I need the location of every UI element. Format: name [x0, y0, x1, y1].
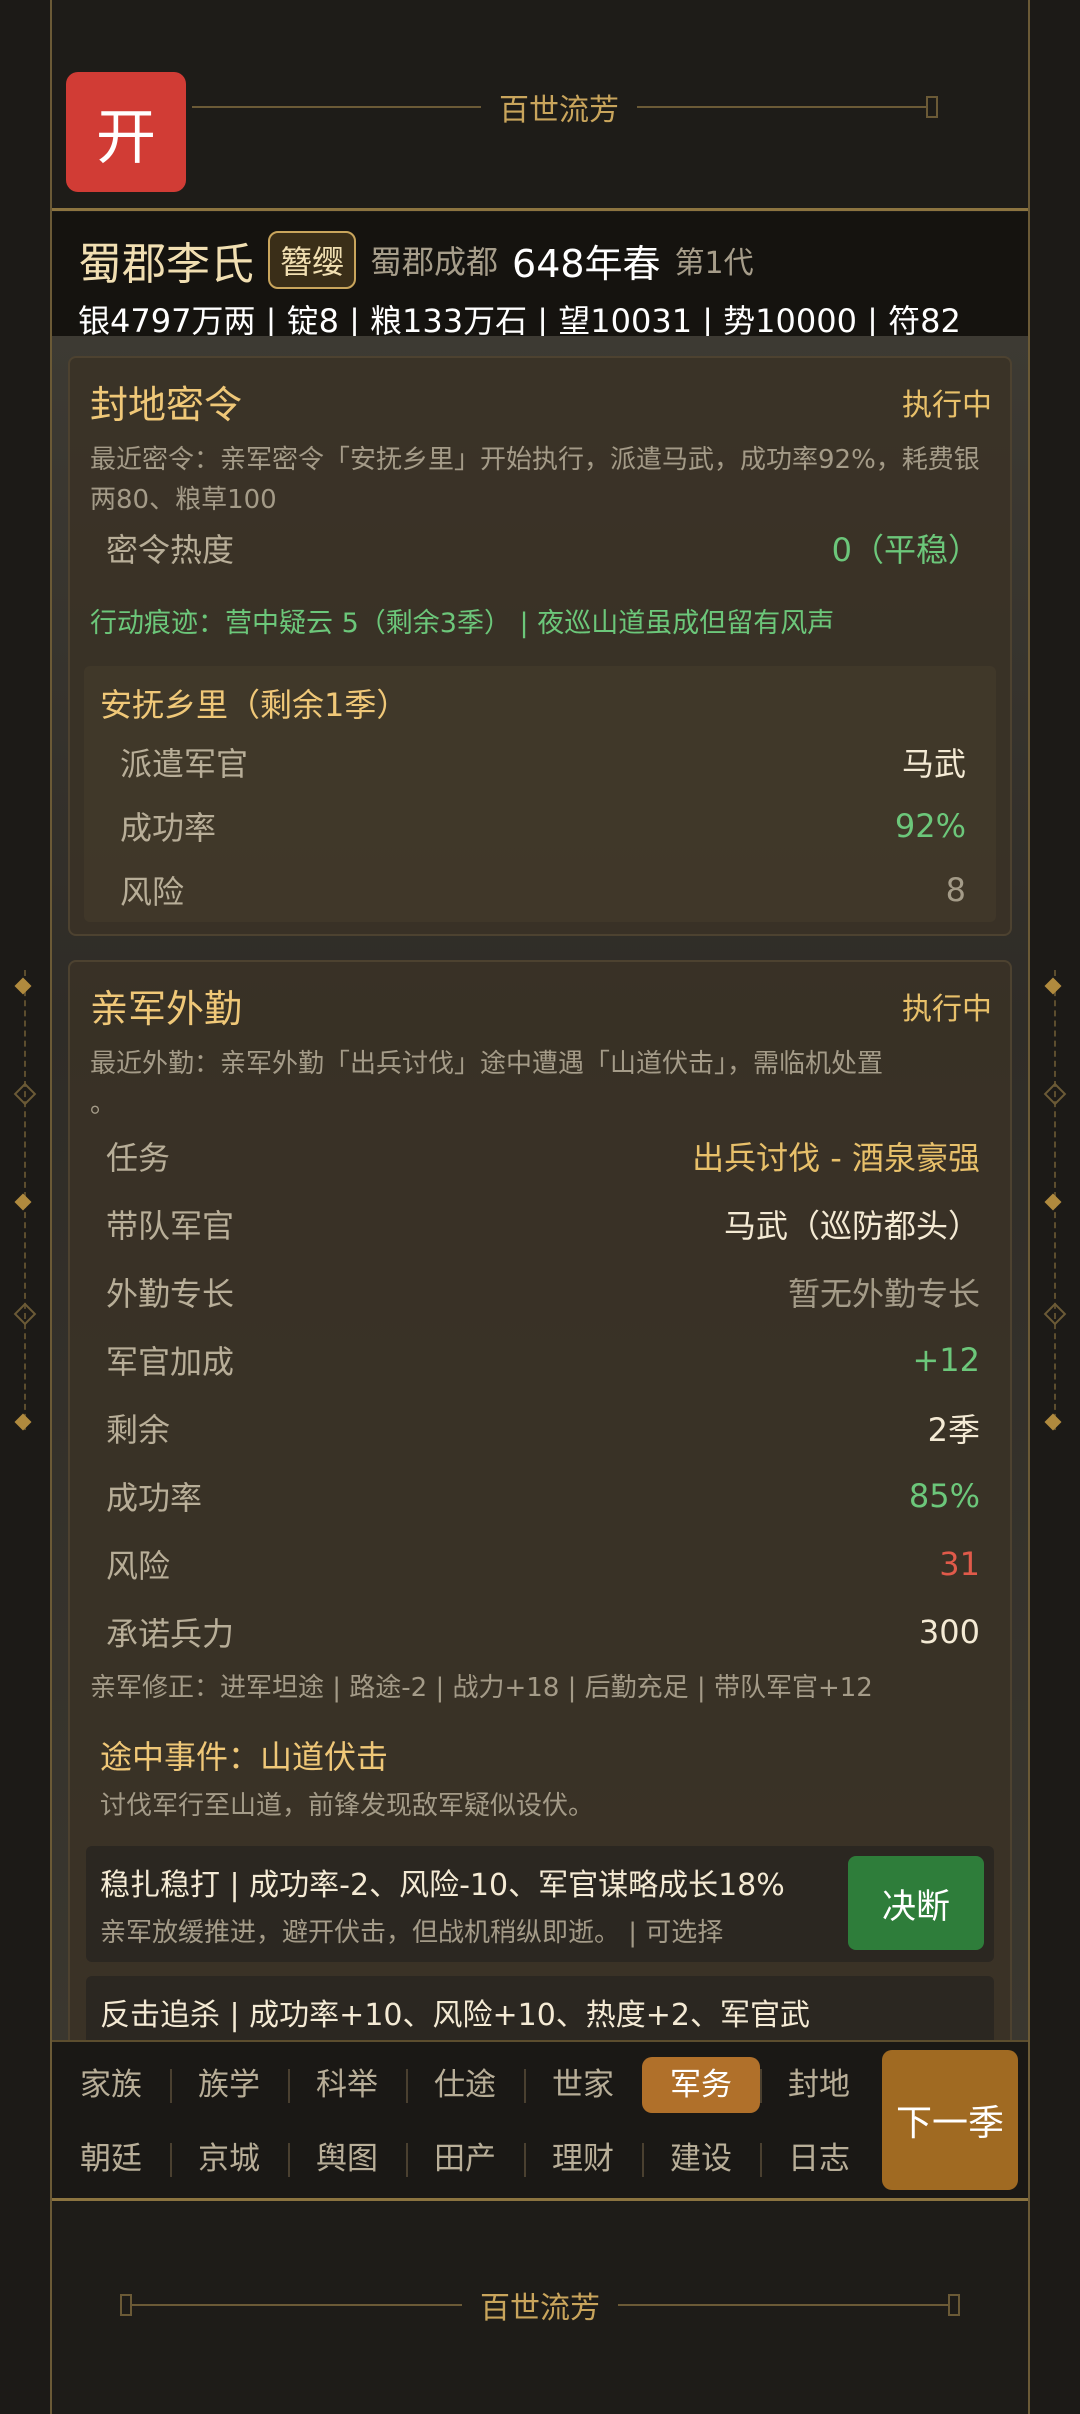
- game-title-band: 百世流芳: [192, 90, 938, 128]
- tab-exam[interactable]: 科举: [288, 2057, 406, 2113]
- expedition-panel: 亲军外勤 执行中 最近外勤：亲军外勤「出兵讨伐」途中遭遇「山道伏击」，需临机处置…: [68, 960, 1012, 2040]
- row-value: 8: [945, 871, 966, 909]
- recent-line: 。: [90, 1089, 117, 1119]
- military-content[interactable]: 封地密令 执行中 最近密令：亲军密令「安抚乡里」开始执行，派遣马武，成功率92%…: [52, 336, 1028, 2040]
- row-label: 成功率: [120, 809, 217, 847]
- row-value: 暂无外勤专长: [787, 1275, 980, 1313]
- heat-value: 0（平稳）: [831, 531, 980, 569]
- right-ornament: [1038, 970, 1072, 1431]
- row-value: 92%: [894, 807, 966, 845]
- choice-card[interactable]: 反击追杀 | 成功率+10、风险+10、热度+2、军官武: [86, 1976, 994, 2040]
- info-row: 带队军官 马武（巡防都头）: [90, 1194, 990, 1254]
- tab-finance[interactable]: 理财: [524, 2131, 642, 2187]
- row-label: 成功率: [106, 1479, 203, 1517]
- modifiers-text: 亲军修正：进军坦途 | 路途-2 | 战力+18 | 后勤充足 | 带队军官+1…: [90, 1673, 873, 1703]
- tab-career[interactable]: 仕途: [406, 2057, 524, 2113]
- row-value: +12: [912, 1341, 980, 1379]
- left-ornament: [8, 970, 42, 1431]
- status-badge: 执行中: [902, 388, 992, 423]
- info-row: 成功率 85%: [90, 1466, 990, 1526]
- task-row: 成功率 92%: [104, 796, 976, 856]
- row-label: 带队军官: [106, 1207, 235, 1245]
- choice-title: 反击追杀 | 成功率+10、风险+10、热度+2、军官武: [100, 1998, 811, 2033]
- row-label: 任务: [106, 1139, 171, 1177]
- panel-title: 封地密令: [90, 383, 243, 427]
- tab-estates[interactable]: 田产: [406, 2131, 524, 2187]
- row-value: 300: [918, 1613, 980, 1651]
- nav-row: 家族 族学 科举 仕途 世家 军务 封地: [52, 2048, 878, 2122]
- secret-order-panel: 封地密令 执行中 最近密令：亲军密令「安抚乡里」开始执行，派遣马武，成功率92%…: [68, 356, 1012, 936]
- tab-noble-houses[interactable]: 世家: [524, 2057, 642, 2113]
- info-row: 剩余 2季: [90, 1398, 990, 1458]
- info-row: 外勤专长 暂无外勤专长: [90, 1262, 990, 1322]
- tab-log[interactable]: 日志: [760, 2131, 878, 2187]
- info-row: 任务 出兵讨伐 - 酒泉豪强: [90, 1126, 990, 1186]
- tab-capital[interactable]: 京城: [170, 2131, 288, 2187]
- next-season-button[interactable]: 下一季: [882, 2050, 1018, 2190]
- choice-card[interactable]: 稳扎稳打 | 成功率-2、风险-10、军官谋略成长18% 亲军放缓推进，避开伏击…: [86, 1846, 994, 1962]
- tab-construction[interactable]: 建设: [642, 2131, 760, 2187]
- order-task-card: 安抚乡里（剩余1季） 派遣军官 马武 成功率 92% 风险 8: [84, 666, 996, 922]
- tab-map[interactable]: 舆图: [288, 2131, 406, 2187]
- top-bar: 开 百世流芳: [52, 0, 1028, 210]
- game-title: 百世流芳: [499, 93, 619, 128]
- tab-fief[interactable]: 封地: [760, 2057, 878, 2113]
- status-badge: 执行中: [902, 992, 992, 1027]
- info-row: 承诺兵力 300: [90, 1602, 990, 1662]
- row-label: 外勤专长: [106, 1275, 235, 1313]
- tab-family[interactable]: 家族: [52, 2057, 170, 2113]
- decide-button[interactable]: 决断: [848, 1856, 984, 1950]
- generation: 第1代: [674, 246, 754, 281]
- divider: [52, 2198, 1028, 2201]
- row-label: 风险: [120, 873, 185, 911]
- current-year: 648年春: [512, 241, 661, 286]
- info-row: 风险 31: [90, 1534, 990, 1594]
- task-row: 派遣军官 马武: [104, 732, 976, 792]
- info-row: 军官加成 +12: [90, 1330, 990, 1390]
- recent-expedition-text: 最近外勤：亲军外勤「出兵讨伐」途中遭遇「山道伏击」，需临机处置 。: [90, 1044, 990, 1124]
- bottom-navigation: 家族 族学 科举 仕途 世家 军务 封地 朝廷 京城 舆图 田产 理财 建设 日…: [52, 2040, 1028, 2198]
- choice-description: 亲军放缓推进，避开伏击，但战机稍纵即逝。 | 可选择: [100, 1918, 724, 1948]
- clan-status-bar: 蜀郡李氏 簪缨 蜀郡成都 648年春 第1代 银4797万两 | 锭8 | 粮1…: [52, 212, 1028, 340]
- row-value: 2季: [927, 1411, 980, 1449]
- row-label: 剩余: [106, 1411, 171, 1449]
- panel-title: 亲军外勤: [90, 987, 243, 1031]
- divider: [52, 208, 1028, 211]
- rank-badge: 簪缨: [268, 231, 357, 289]
- recent-order-text: 最近密令：亲军密令「安抚乡里」开始执行，派遣马武，成功率92%，耗费银两80、粮…: [90, 445, 980, 515]
- tab-military[interactable]: 军务: [642, 2057, 760, 2113]
- traces-text: 行动痕迹：营中疑云 5（剩余3季） | 夜巡山道虽成但留有风声: [90, 608, 835, 639]
- nav-row: 朝廷 京城 舆图 田产 理财 建设 日志: [52, 2122, 878, 2196]
- row-value: 出兵讨伐 - 酒泉豪强: [692, 1139, 980, 1177]
- task-row: 风险 8: [104, 860, 976, 920]
- footer-title: 百世流芳: [480, 2291, 600, 2326]
- open-button[interactable]: 开: [66, 72, 186, 192]
- row-label: 派遣军官: [120, 745, 249, 783]
- task-title: 安抚乡里（剩余1季）: [100, 686, 409, 724]
- event-description: 讨伐军行至山道，前锋发现敌军疑似设伏。: [100, 1791, 595, 1821]
- footer-title-band: 百世流芳: [120, 2288, 960, 2326]
- row-label: 军官加成: [106, 1343, 235, 1381]
- row-value: 85%: [908, 1477, 980, 1515]
- event-title: 途中事件：山道伏击: [100, 1738, 389, 1776]
- row-value: 31: [939, 1545, 980, 1583]
- row-label: 风险: [106, 1547, 171, 1585]
- heat-row: 密令热度 0（平稳）: [90, 518, 990, 578]
- clan-name: 蜀郡李氏: [78, 239, 254, 290]
- heat-label: 密令热度: [106, 531, 235, 569]
- row-value: 马武: [901, 745, 966, 783]
- row-label: 承诺兵力: [106, 1615, 235, 1653]
- row-value: 马武（巡防都头）: [723, 1207, 980, 1245]
- tab-court[interactable]: 朝廷: [52, 2131, 170, 2187]
- clan-location: 蜀郡成都: [370, 243, 499, 281]
- tab-clan-school[interactable]: 族学: [170, 2057, 288, 2113]
- choice-title: 稳扎稳打 | 成功率-2、风险-10、军官谋略成长18%: [100, 1868, 785, 1903]
- recent-line: 最近外勤：亲军外勤「出兵讨伐」途中遭遇「山道伏击」，需临机处置: [90, 1049, 884, 1079]
